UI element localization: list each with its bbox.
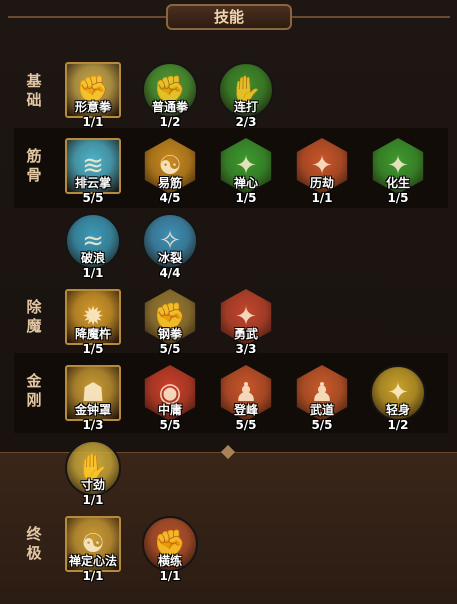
skill-level: 1/1 bbox=[82, 493, 104, 507]
skill-name: 轻身 bbox=[385, 403, 410, 417]
row-label-jingang: 金 刚 bbox=[26, 372, 42, 409]
skill-name: 冰裂 bbox=[157, 251, 182, 265]
skill-putongquan[interactable]: ✊ 普通拳 1/2 bbox=[141, 62, 199, 142]
skill-name: 历劫 bbox=[309, 176, 334, 190]
frame-line-right bbox=[290, 16, 450, 18]
skill-level: 1/1 bbox=[311, 191, 333, 205]
skill-level: 1/1 bbox=[82, 266, 104, 280]
skill-cunjin[interactable]: ✋ 寸劲 1/1 bbox=[64, 440, 122, 520]
skill-level: 1/3 bbox=[82, 418, 104, 432]
skill-name: 化生 bbox=[385, 176, 410, 190]
skill-level: 4/4 bbox=[159, 266, 181, 280]
skill-xingyiquan[interactable]: ✊ 形意拳 1/1 bbox=[64, 62, 122, 142]
row-label-jingu: 筋 骨 bbox=[26, 147, 42, 184]
skill-polang[interactable]: ≈ 破浪 1/1 bbox=[64, 213, 122, 293]
row-label-zhongji: 终 极 bbox=[26, 525, 42, 562]
skill-name: 禅定心法 bbox=[68, 554, 117, 568]
skill-level: 5/5 bbox=[159, 342, 181, 356]
skill-gangquan[interactable]: ✊ 钢拳 5/5 bbox=[141, 289, 199, 369]
skill-yijin[interactable]: ☯ 易筋 4/5 bbox=[141, 138, 199, 218]
skill-level: 1/1 bbox=[82, 569, 104, 583]
skill-level: 4/5 bbox=[159, 191, 181, 205]
skill-chanxin[interactable]: ✦ 禅心 1/5 bbox=[217, 138, 275, 218]
skill-lianda[interactable]: ✋ 连打 2/3 bbox=[217, 62, 275, 142]
skill-yongwu[interactable]: ✦ 勇武 3/3 bbox=[217, 289, 275, 369]
skill-lijie[interactable]: ✦ 历劫 1/1 bbox=[293, 138, 351, 218]
skill-name: 形意拳 bbox=[74, 100, 111, 114]
skill-name: 普通拳 bbox=[151, 100, 188, 114]
skill-level: 1/2 bbox=[159, 115, 181, 129]
skill-name: 中庸 bbox=[157, 403, 182, 417]
skill-name: 易筋 bbox=[157, 176, 182, 190]
row-label-chumo: 除 魔 bbox=[26, 298, 42, 335]
frame-line-left bbox=[8, 16, 168, 18]
skill-level: 5/5 bbox=[235, 418, 257, 432]
skill-level: 1/5 bbox=[387, 191, 409, 205]
skill-level: 1/1 bbox=[82, 115, 104, 129]
panel-title: 技能 bbox=[166, 4, 292, 30]
skill-qingshen[interactable]: ✦ 轻身 1/2 bbox=[369, 365, 427, 445]
skill-level: 2/3 bbox=[235, 115, 257, 129]
skill-name: 破浪 bbox=[80, 251, 105, 265]
skill-chandingxinfa[interactable]: ☯ 禅定心法 1/1 bbox=[64, 516, 122, 596]
skill-henglian[interactable]: ✊ 横练 1/1 bbox=[141, 516, 199, 596]
skill-level: 1/5 bbox=[82, 342, 104, 356]
skill-level: 1/5 bbox=[235, 191, 257, 205]
skill-name: 钢拳 bbox=[157, 327, 182, 341]
skill-xiangmochu[interactable]: ✹ 降魔杵 1/5 bbox=[64, 289, 122, 369]
skill-name: 降魔杵 bbox=[74, 327, 111, 341]
skill-jinzhongzhao[interactable]: ☗ 金钟罩 1/3 bbox=[64, 365, 122, 445]
row-label-jichu: 基 础 bbox=[26, 72, 42, 109]
skill-binglie[interactable]: ✧ 冰裂 4/4 bbox=[141, 213, 199, 293]
skill-level: 1/2 bbox=[387, 418, 409, 432]
skill-dengfeng[interactable]: ♟ 登峰 5/5 bbox=[217, 365, 275, 445]
skill-level: 1/1 bbox=[159, 569, 181, 583]
skill-level: 5/5 bbox=[82, 191, 104, 205]
skill-name: 排云掌 bbox=[74, 176, 111, 190]
skill-name: 寸劲 bbox=[80, 478, 105, 492]
skill-wudao[interactable]: ♟ 武道 5/5 bbox=[293, 365, 351, 445]
skill-zhongyong[interactable]: ◉ 中庸 5/5 bbox=[141, 365, 199, 445]
skill-level: 3/3 bbox=[235, 342, 257, 356]
skill-paiyunzhang[interactable]: ≋ 排云掌 5/5 bbox=[64, 138, 122, 218]
skill-name: 连打 bbox=[233, 100, 258, 114]
skill-level: 5/5 bbox=[159, 418, 181, 432]
skill-name: 横练 bbox=[157, 554, 182, 568]
skill-name: 禅心 bbox=[233, 176, 258, 190]
skill-huasheng[interactable]: ✦ 化生 1/5 bbox=[369, 138, 427, 218]
skill-name: 登峰 bbox=[233, 403, 258, 417]
skill-name: 金钟罩 bbox=[74, 403, 111, 417]
skill-name: 勇武 bbox=[233, 327, 258, 341]
skill-name: 武道 bbox=[309, 403, 334, 417]
skill-level: 5/5 bbox=[311, 418, 333, 432]
